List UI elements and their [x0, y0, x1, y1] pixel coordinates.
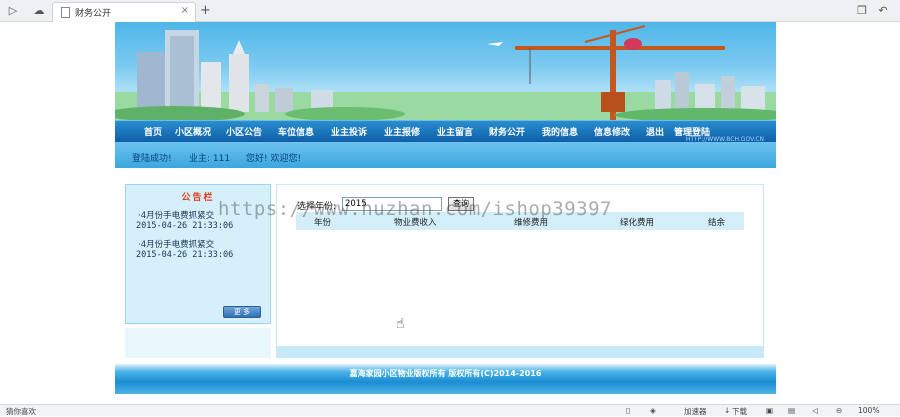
nav-logout[interactable]: 退出	[646, 125, 664, 138]
recommend-text[interactable]: 猜你喜欢	[6, 406, 36, 417]
nav-edit-info[interactable]: 信息修改	[594, 125, 630, 138]
banner-cityscape-graphic	[115, 25, 776, 120]
restore-window-icon[interactable]: ❐	[855, 4, 869, 18]
banner-image	[115, 22, 776, 120]
sidebar-toggle-icon[interactable]: ▷	[6, 4, 20, 18]
nav-parking-info[interactable]: 车位信息	[278, 125, 314, 138]
browser-statusbar: 猜你喜欢 ▯ ◈ 加速器 ↓ 下载 ▣ ▤ ◁ ⊖ 100%	[0, 404, 900, 416]
download-icon[interactable]: ↓	[724, 406, 730, 415]
notice-item-date: 2015-04-26 21:33:06	[136, 221, 234, 231]
window-icon[interactable]: ▤	[788, 406, 795, 415]
phone-icon[interactable]: ▯	[626, 406, 630, 415]
hand-cursor-icon: ☝	[396, 316, 405, 332]
zoom-percent[interactable]: 100%	[858, 406, 879, 415]
content-panel-footer	[276, 346, 764, 358]
tab-close-icon[interactable]: ×	[181, 5, 189, 16]
nav-my-info[interactable]: 我的信息	[542, 125, 578, 138]
nav-home[interactable]: 首页	[144, 125, 162, 138]
undo-icon[interactable]: ↶	[876, 4, 890, 18]
main-navigation: 首页 小区概况 小区公告 车位信息 业主投诉 业主报修 业主留言 财务公开 我的…	[115, 120, 776, 143]
cloud-icon[interactable]: ☁	[32, 4, 46, 18]
column-header-balance: 结余	[708, 218, 726, 228]
tab-title: 财务公开	[75, 9, 112, 19]
download-label[interactable]: 下载	[732, 406, 747, 417]
screenshot-icon[interactable]: ▣	[766, 406, 773, 415]
shield-icon[interactable]: ◈	[650, 406, 656, 415]
sidebar-lower-panel	[125, 328, 271, 358]
copyright-text: 嘉海家园小区物业版权所有 版权所有(C)2014-2016	[349, 369, 542, 378]
login-success-text: 登陆成功!	[132, 154, 172, 164]
column-header-greening-cost: 绿化费用	[620, 218, 655, 228]
new-tab-icon[interactable]: +	[200, 3, 211, 18]
notice-item-title[interactable]: ·4月份手电费抓紧交	[138, 209, 214, 221]
greeting-text: 您好! 欢迎您!	[246, 154, 302, 164]
more-button[interactable]: 更 多	[223, 306, 261, 318]
nav-owner-repair[interactable]: 业主报修	[384, 125, 420, 138]
nav-finance-public[interactable]: 财务公开	[489, 125, 525, 138]
page-footer: 嘉海家园小区物业版权所有 版权所有(C)2014-2016	[115, 364, 776, 394]
welcome-bar: 登陆成功! 业主: 111 您好! 欢迎您!	[115, 142, 776, 168]
nav-owner-complaint[interactable]: 业主投诉	[331, 125, 367, 138]
browser-tabbar: ▷ ☁ 财务公开 × + ❐ ↶	[0, 0, 900, 22]
nav-community-notice[interactable]: 小区公告	[226, 125, 262, 138]
notice-item-title[interactable]: ·4月份手电费抓紧交	[138, 238, 214, 250]
zoom-out-icon[interactable]: ⊖	[836, 406, 842, 415]
tab-finance[interactable]: 财务公开 ×	[52, 2, 196, 22]
watermark-text: https://www.huzhan.com/ishop39397	[218, 198, 612, 220]
notice-item-date: 2015-04-26 21:33:06	[136, 250, 234, 260]
volume-icon[interactable]: ◁	[812, 406, 818, 415]
nav-owner-message[interactable]: 业主留言	[437, 125, 473, 138]
accelerator-label[interactable]: 加速器	[684, 406, 707, 417]
document-icon	[61, 7, 70, 18]
owner-name-text: 业主: 111	[189, 154, 231, 164]
nav-community-overview[interactable]: 小区概况	[175, 125, 211, 138]
